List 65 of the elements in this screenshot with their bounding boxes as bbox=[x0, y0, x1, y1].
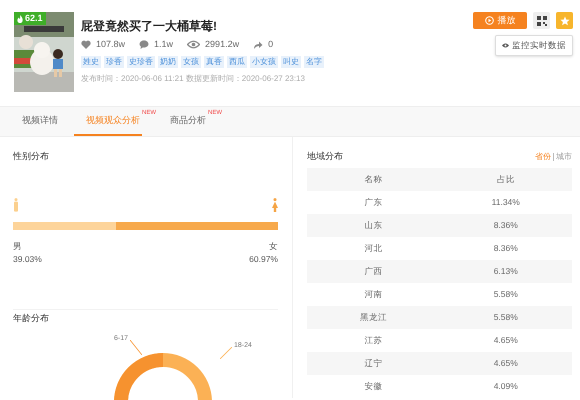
male-icon bbox=[13, 198, 19, 212]
tag[interactable]: 真香 bbox=[204, 56, 224, 68]
tag[interactable]: 珍香 bbox=[104, 56, 124, 68]
gender-percent: 39.03% bbox=[13, 253, 42, 266]
tag[interactable]: 姓史 bbox=[81, 56, 101, 68]
qr-code-icon bbox=[536, 16, 546, 26]
table-cell-text: 11.34% bbox=[490, 196, 521, 209]
tag[interactable]: 史珍香 bbox=[127, 56, 155, 68]
tag[interactable]: 叫史 bbox=[281, 56, 301, 68]
gender-label: 女 bbox=[269, 240, 278, 253]
tag[interactable]: 奶奶 bbox=[158, 56, 178, 68]
score-badge: 62.1 bbox=[14, 12, 46, 25]
table-cell-text: 5.58% bbox=[492, 288, 519, 301]
region-toggle[interactable]: 城市 bbox=[556, 152, 572, 160]
table-cell-text: 4.09% bbox=[492, 380, 519, 393]
tag[interactable]: 小女孩 bbox=[250, 56, 278, 68]
table-cell-text: 辽宁 bbox=[363, 357, 384, 370]
table-cell-text: 江苏 bbox=[363, 334, 384, 347]
table-cell-text: 广东 bbox=[363, 196, 384, 209]
tag[interactable]: 名字 bbox=[304, 56, 324, 68]
gender-label: 男 bbox=[13, 240, 23, 253]
table-cell-text: 广西 bbox=[363, 265, 384, 278]
female-icon bbox=[272, 198, 278, 212]
eye-icon bbox=[187, 40, 200, 49]
eye-icon bbox=[502, 43, 509, 48]
publish-dates: 发布时间：2020-06-06 11:21 数据更新时间：2020-06-27 23:13 bbox=[81, 75, 306, 83]
tab[interactable]: 视频观众分析 bbox=[74, 107, 142, 136]
share-icon bbox=[253, 40, 264, 49]
region-toggle[interactable]: 省份 bbox=[535, 152, 551, 160]
column-header: 名称 bbox=[363, 173, 384, 186]
table-cell-text: 8.36% bbox=[492, 219, 519, 232]
flame-icon bbox=[17, 14, 23, 22]
table-cell-text: 河南 bbox=[363, 288, 384, 301]
heart-icon bbox=[81, 40, 91, 49]
tab[interactable]: 视频详情 bbox=[10, 107, 70, 136]
stat-value: 2991.2w bbox=[205, 40, 240, 49]
section-title: 地域分布 bbox=[307, 152, 343, 161]
tag[interactable]: 西瓜 bbox=[227, 56, 247, 68]
tag[interactable]: 女孩 bbox=[181, 56, 201, 68]
table-cell-text: 山东 bbox=[363, 219, 384, 232]
table-cell-text: 6.13% bbox=[492, 265, 519, 278]
monitor-button[interactable]: 监控实时数据 bbox=[495, 35, 573, 56]
section-title: 年龄分布 bbox=[13, 314, 50, 323]
stat-value: 1.1w bbox=[154, 40, 174, 49]
comment-icon bbox=[139, 40, 150, 49]
play-button[interactable]: 播放 bbox=[473, 12, 527, 29]
table-cell-text: 安徽 bbox=[363, 380, 384, 393]
gender-percent: 60.97% bbox=[249, 253, 278, 266]
table-cell-text: 5.58% bbox=[492, 311, 519, 324]
qr-code-button[interactable] bbox=[533, 12, 550, 29]
table-cell-text: 8.36% bbox=[492, 242, 519, 255]
table-cell-text: 河北 bbox=[363, 242, 384, 255]
section-title: 性别分布 bbox=[13, 152, 50, 161]
table-cell-text: 黑龙江 bbox=[358, 311, 388, 324]
stat-value: 0 bbox=[268, 40, 274, 49]
table-cell-text: 4.65% bbox=[492, 334, 519, 347]
column-header: 占比 bbox=[496, 173, 516, 186]
tab[interactable]: 商品分析 bbox=[158, 107, 208, 136]
leader-line bbox=[130, 340, 142, 355]
video-title: 屁登竟然买了一大桶草莓! bbox=[81, 20, 218, 32]
play-icon bbox=[484, 16, 494, 25]
star-icon bbox=[560, 16, 570, 26]
stat-value: 107.8w bbox=[96, 40, 126, 49]
leader-line bbox=[220, 347, 232, 359]
table-cell-text: 4.65% bbox=[492, 357, 519, 370]
